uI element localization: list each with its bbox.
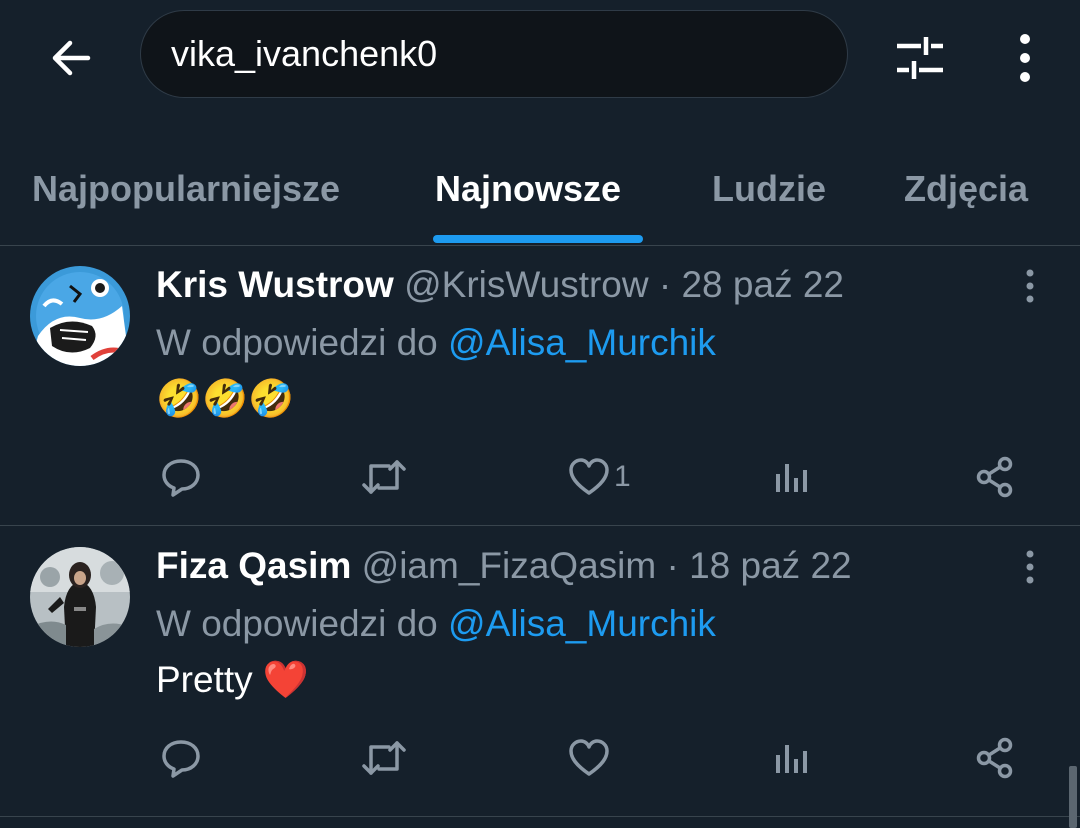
active-tab-indicator	[433, 235, 643, 243]
heart-icon	[569, 739, 609, 776]
views-button[interactable]	[774, 452, 810, 502]
views-icon	[776, 745, 807, 773]
top-bar	[0, 0, 1080, 120]
reply-button[interactable]	[160, 733, 202, 783]
tab-najnowsze[interactable]: Najnowsze	[435, 168, 621, 210]
retweet-button[interactable]	[361, 733, 407, 783]
tweet-date[interactable]: 18 paź 22	[689, 545, 852, 586]
sliders-icon	[897, 37, 943, 79]
views-button[interactable]	[774, 733, 810, 783]
tweet-more-button[interactable]	[1010, 264, 1050, 308]
like-button[interactable]	[568, 733, 614, 783]
search-tabs: Najpopularniejsze Najnowsze Ludzie Zdjęc…	[0, 140, 1080, 246]
separator-dot: ·	[658, 264, 672, 305]
share-button[interactable]	[975, 733, 1015, 783]
tab-ludzie[interactable]: Ludzie	[712, 168, 826, 210]
retweet-button[interactable]	[361, 452, 407, 502]
tab-najpopularniejsze[interactable]: Najpopularniejsze	[32, 168, 340, 210]
back-button[interactable]	[40, 30, 102, 86]
heart-icon	[569, 458, 609, 495]
avatar[interactable]	[30, 266, 130, 366]
scrollbar[interactable]	[1069, 766, 1077, 828]
tweet-more-button[interactable]	[1010, 545, 1050, 589]
tweet[interactable]: Fiza Qasim @iam_FizaQasim · 18 paź 22 W …	[0, 527, 1080, 817]
more-vertical-icon	[1020, 34, 1030, 82]
search-input[interactable]	[171, 33, 811, 75]
tweet-actions: 1	[0, 452, 1080, 502]
reply-icon	[162, 740, 200, 778]
like-count: 1	[614, 460, 631, 493]
tweet-text: 🤣🤣🤣	[156, 378, 295, 419]
author-name[interactable]: Fiza Qasim	[156, 545, 351, 586]
more-options-button[interactable]	[1000, 28, 1050, 88]
search-box[interactable]	[140, 10, 848, 98]
author-name[interactable]: Kris Wustrow	[156, 264, 394, 305]
tab-zdjecia[interactable]: Zdjęcia	[904, 168, 1028, 210]
like-button[interactable]: 1	[568, 452, 631, 502]
tweet[interactable]: Kris Wustrow @KrisWustrow · 28 paź 22 W …	[0, 246, 1080, 526]
author-handle[interactable]: @KrisWustrow	[404, 264, 649, 305]
reply-button[interactable]	[160, 452, 202, 502]
tweet-text: Pretty ❤️	[156, 659, 309, 700]
tweet-date[interactable]: 28 paź 22	[681, 264, 844, 305]
retweet-icon	[362, 741, 406, 775]
retweet-icon	[362, 460, 406, 494]
tweet-header: Fiza Qasim @iam_FizaQasim · 18 paź 22	[156, 545, 852, 587]
tweet-header: Kris Wustrow @KrisWustrow · 28 paź 22	[156, 264, 844, 306]
reply-prefix: W odpowiedzi do	[156, 322, 438, 363]
share-icon	[976, 456, 1013, 498]
more-vertical-icon	[1026, 550, 1034, 584]
share-icon	[976, 737, 1013, 779]
separator-dot: ·	[666, 545, 679, 586]
reply-icon	[162, 459, 200, 497]
views-icon	[776, 464, 807, 492]
share-button[interactable]	[975, 452, 1015, 502]
more-vertical-icon	[1026, 269, 1034, 303]
back-arrow-icon	[52, 40, 91, 76]
author-handle[interactable]: @iam_FizaQasim	[362, 545, 657, 586]
reply-mention[interactable]: @Alisa_Murchik	[448, 322, 716, 363]
reply-context: W odpowiedzi do @Alisa_Murchik	[156, 603, 716, 645]
reply-context: W odpowiedzi do @Alisa_Murchik	[156, 322, 716, 364]
filter-button[interactable]	[890, 30, 950, 86]
reply-prefix: W odpowiedzi do	[156, 603, 438, 644]
tweet-actions	[0, 733, 1080, 783]
reply-mention[interactable]: @Alisa_Murchik	[448, 603, 716, 644]
avatar[interactable]	[30, 547, 130, 647]
